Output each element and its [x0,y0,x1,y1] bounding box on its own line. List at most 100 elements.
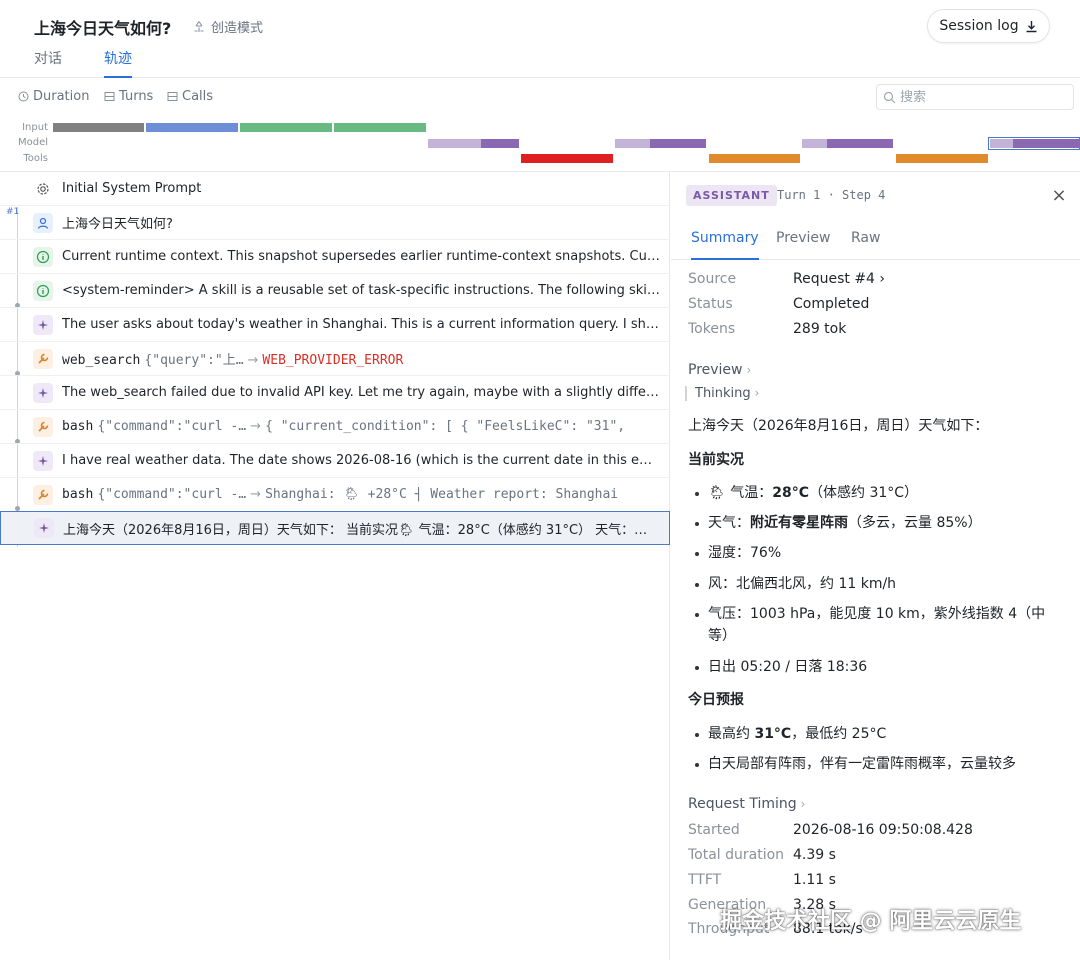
download-icon [1026,20,1037,32]
timeline-model-block[interactable] [650,139,706,148]
response-list-item: 🌦 气温：28°C（体感约 31°C） [695,482,1051,504]
tool-error: WEB_PROVIDER_ERROR [262,353,404,368]
timing-value: 2026-08-16 09:50:08.428 [793,822,973,838]
step-row-tool[interactable]: bash {"command":"curl -… →{ "current_cond… [0,410,670,444]
session-log-button[interactable]: Session log [927,9,1050,43]
timing-key: Started [688,822,740,838]
timeline-model-block[interactable] [615,139,650,148]
step-row-assistant-selected[interactable]: 上海今天（2026年8月16日，周日）天气如下： 当前实况🌦 气温：28°C（体… [0,511,670,545]
step-text: Current runtime context. This snapshot s… [62,249,660,264]
preview-section-toggle[interactable]: Preview › [688,362,751,378]
arrow-icon: → [250,419,262,434]
response-list-item: 气压：1003 hPa，能见度 10 km，紫外线指数 4（中等） [695,603,1051,647]
response-list-item: 最高约 31°C，最低约 25°C [695,723,1051,745]
response-list-item: 风：北偏西北风，约 11 km/h [695,573,1051,595]
timing-key: TTFT [688,872,722,888]
filter-turns[interactable]: Turns [104,89,153,104]
step-row-tool[interactable]: web_search {"query":"上… → WEB_PROVIDER_ERR… [0,342,670,376]
step-row-info[interactable]: Current runtime context. This snapshot s… [0,240,670,274]
timeline-input-block[interactable] [53,123,144,132]
arrow-icon: → [247,353,259,368]
wrench-icon [33,349,53,369]
response-list-item: 日出 05:20 / 日落 18:36 [695,656,1051,678]
tab-dialog[interactable]: 对话 [34,48,62,78]
tab-raw[interactable]: Raw [851,230,880,260]
search-box[interactable] [876,84,1074,110]
thinking-toggle[interactable]: Thinking › [685,386,759,401]
sparkle-icon [33,451,53,471]
filter-duration[interactable]: Duration [18,89,89,104]
gear-icon [33,179,53,199]
step-row-tool[interactable]: bash {"command":"curl -… → Shanghai: 🌦 +28… [0,478,670,512]
lane-label-model: Model [17,137,48,148]
lane-label-input: Input [22,122,48,133]
header: 上海今日天气如何? 创造模式 Session log 对话 轨迹 [0,0,1080,78]
step-text: 上海今日天气如何? [62,217,173,232]
sparkle-icon [34,518,54,538]
info-icon [33,247,53,267]
page-title: 上海今日天气如何? [34,19,172,38]
tab-trace[interactable]: 轨迹 [104,48,132,78]
clock-icon [18,91,29,102]
timeline-tool-block[interactable] [709,154,800,163]
sparkle-icon [33,383,53,403]
timeline-tool-error-block[interactable] [521,154,613,163]
timeline-tool-block[interactable] [896,154,988,163]
mode-label: 创造模式 [211,21,264,36]
sparkle-icon [33,315,53,335]
mode-indicator[interactable]: 创造模式 [192,17,263,36]
step-row-assistant[interactable]: I have real weather data. The date shows… [0,444,670,478]
timing-value: 4.39 s [793,847,836,863]
lane-label-tools: Tools [23,153,48,164]
watermark: 掘金技术社区 @ 阿里云云原生 [720,909,1022,934]
request-timing-toggle[interactable]: Request Timing › [688,796,805,812]
timeline-input-block[interactable] [334,123,426,132]
timeline-model-block[interactable] [1013,139,1080,148]
response-list-item: 白天局部有阵雨，伴有一定雷阵雨概率，云量较多 [695,753,1051,775]
arrow-icon: → [250,487,262,502]
wrench-icon [33,485,53,505]
timeline: Input Model Tools [0,116,1080,172]
source-link[interactable]: Request #4 › [793,271,885,287]
step-row-system[interactable]: Initial System Prompt [0,172,670,206]
step-text: bash {"command":"curl -… → Shanghai: 🌦 +28… [62,487,660,502]
tool-result: { "current_condition": [ { "FeelsLikeC":… [265,419,626,434]
response-heading: 今日预报 [688,692,744,708]
timeline-input-block[interactable] [146,123,238,132]
user-icon [33,213,53,233]
recycle-icon [194,20,204,32]
meta-value: 289 tok [793,321,847,337]
response-heading: 当前实况 [688,452,744,468]
search-icon [883,91,896,103]
tool-name: bash [62,487,94,502]
close-icon[interactable]: × [1049,186,1069,206]
meta-value: Completed [793,296,870,312]
step-text: web_search {"query":"上… → WEB_PROVIDER_ERR… [62,349,660,368]
info-icon [33,281,53,301]
meta-key: Source [688,271,737,287]
list-icon [104,92,115,101]
tool-result: Shanghai: 🌦 +28°C ┤ Weather report: Shan… [265,487,619,502]
step-row-assistant[interactable]: The user asks about today's weather in S… [0,308,670,342]
wrench-icon [33,417,53,437]
filter-calls[interactable]: Calls [167,89,213,104]
list-icon [167,92,178,101]
step-row-info[interactable]: <system-reminder> A skill is a reusable … [0,274,670,308]
timeline-input-block[interactable] [240,123,332,132]
timeline-model-block[interactable] [827,139,893,148]
tool-name: web_search [62,353,141,368]
tab-summary[interactable]: Summary [691,230,759,260]
timeline-model-block[interactable] [802,139,827,148]
step-list: #1 Initial System Prompt 上海今日天气如何? Curre… [0,172,670,960]
step-row-assistant[interactable]: The web_search failed due to invalid API… [0,376,670,410]
timing-key: Total duration [688,847,785,863]
timeline-model-block[interactable] [481,139,519,148]
step-text: The user asks about today's weather in S… [62,317,660,332]
session-log-label: Session log [939,18,1019,34]
timeline-model-block[interactable] [428,139,481,148]
response-intro: 上海今天（2026年8月16日，周日）天气如下： [688,418,989,434]
search-input[interactable] [900,89,1070,105]
tab-preview[interactable]: Preview [776,230,831,260]
timeline-model-block[interactable] [990,139,1013,148]
step-row-user[interactable]: 上海今日天气如何? [0,206,670,240]
